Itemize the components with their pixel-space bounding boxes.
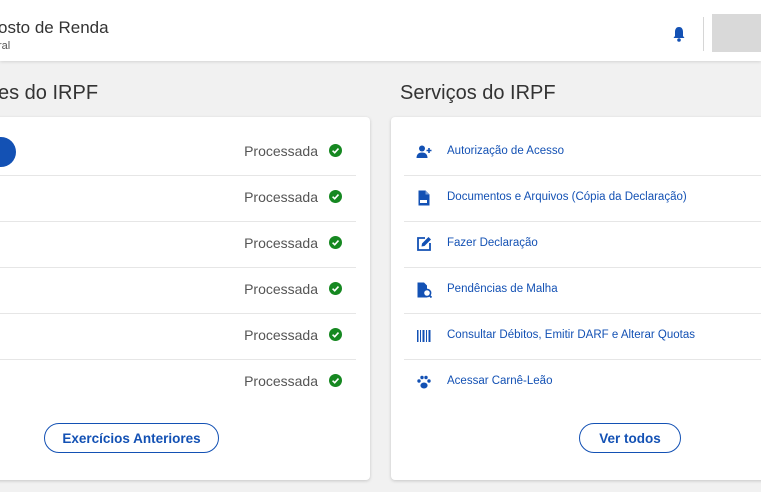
declaracao-status: Processada — [244, 281, 318, 297]
service-label: Documentos e Arquivos (Cópia da Declaraç… — [447, 191, 687, 203]
declaracao-row[interactable]: Processada — [0, 313, 356, 360]
service-label: Acessar Carnê-Leão — [447, 375, 553, 387]
header-divider — [703, 17, 704, 51]
edit-icon — [417, 237, 431, 251]
service-label: Fazer Declaração — [447, 237, 538, 249]
service-item-carne-leao[interactable]: Acessar Carnê-Leão — [404, 359, 761, 405]
barcode-icon — [417, 330, 431, 342]
pdf-file-icon — [418, 190, 430, 206]
check-circle-icon — [329, 190, 342, 203]
declaracao-row[interactable]: Processada — [0, 359, 356, 405]
year-badge[interactable] — [0, 137, 16, 167]
exercicios-anteriores-button[interactable]: Exercícios Anteriores — [44, 423, 219, 453]
ver-todos-button[interactable]: Ver todos — [579, 423, 681, 453]
app-subtitle: ral — [0, 40, 11, 52]
service-item-documentos-arquivos[interactable]: Documentos e Arquivos (Cópia da Declaraç… — [404, 175, 761, 222]
bell-icon[interactable] — [672, 26, 686, 42]
service-item-autorizacao-acesso[interactable]: Autorização de Acesso — [404, 129, 761, 176]
declaracao-status: Processada — [244, 235, 318, 251]
check-circle-icon — [329, 282, 342, 295]
declaracoes-section-title: es do IRPF — [0, 82, 99, 104]
declaracao-row[interactable]: Processada — [0, 175, 356, 222]
check-circle-icon — [329, 236, 342, 249]
service-item-pendencias-malha[interactable]: Pendências de Malha — [404, 267, 761, 314]
check-circle-icon — [329, 328, 342, 341]
servicos-section-title: Serviços do IRPF — [400, 82, 556, 104]
declaracao-status: Processada — [244, 327, 318, 343]
declaracao-status: Processada — [244, 143, 318, 159]
check-circle-icon — [329, 144, 342, 157]
user-plus-icon — [416, 145, 432, 158]
declaracao-status: Processada — [244, 189, 318, 205]
declaracao-row[interactable]: Processada — [0, 221, 356, 268]
check-circle-icon — [329, 374, 342, 387]
app-title: osto de Renda — [0, 18, 109, 37]
service-label: Consultar Débitos, Emitir DARF e Alterar… — [447, 329, 695, 341]
service-label: Pendências de Malha — [447, 283, 558, 295]
declaracao-status: Processada — [244, 373, 318, 389]
declaracao-row[interactable]: Processada — [0, 267, 356, 314]
service-label: Autorização de Acesso — [447, 145, 564, 157]
file-search-icon — [417, 282, 432, 298]
paw-icon — [417, 375, 431, 389]
declaracao-row[interactable]: Processada — [0, 129, 356, 176]
servicos-card: Autorização de Acesso Documentos e Arqui… — [391, 117, 761, 480]
service-item-consultar-debitos[interactable]: Consultar Débitos, Emitir DARF e Alterar… — [404, 313, 761, 360]
top-header: osto de Renda ral — [0, 0, 761, 61]
declaracoes-card: Processada Processada Processada Process… — [0, 117, 370, 480]
avatar[interactable] — [712, 14, 761, 52]
service-item-fazer-declaracao[interactable]: Fazer Declaração — [404, 221, 761, 268]
